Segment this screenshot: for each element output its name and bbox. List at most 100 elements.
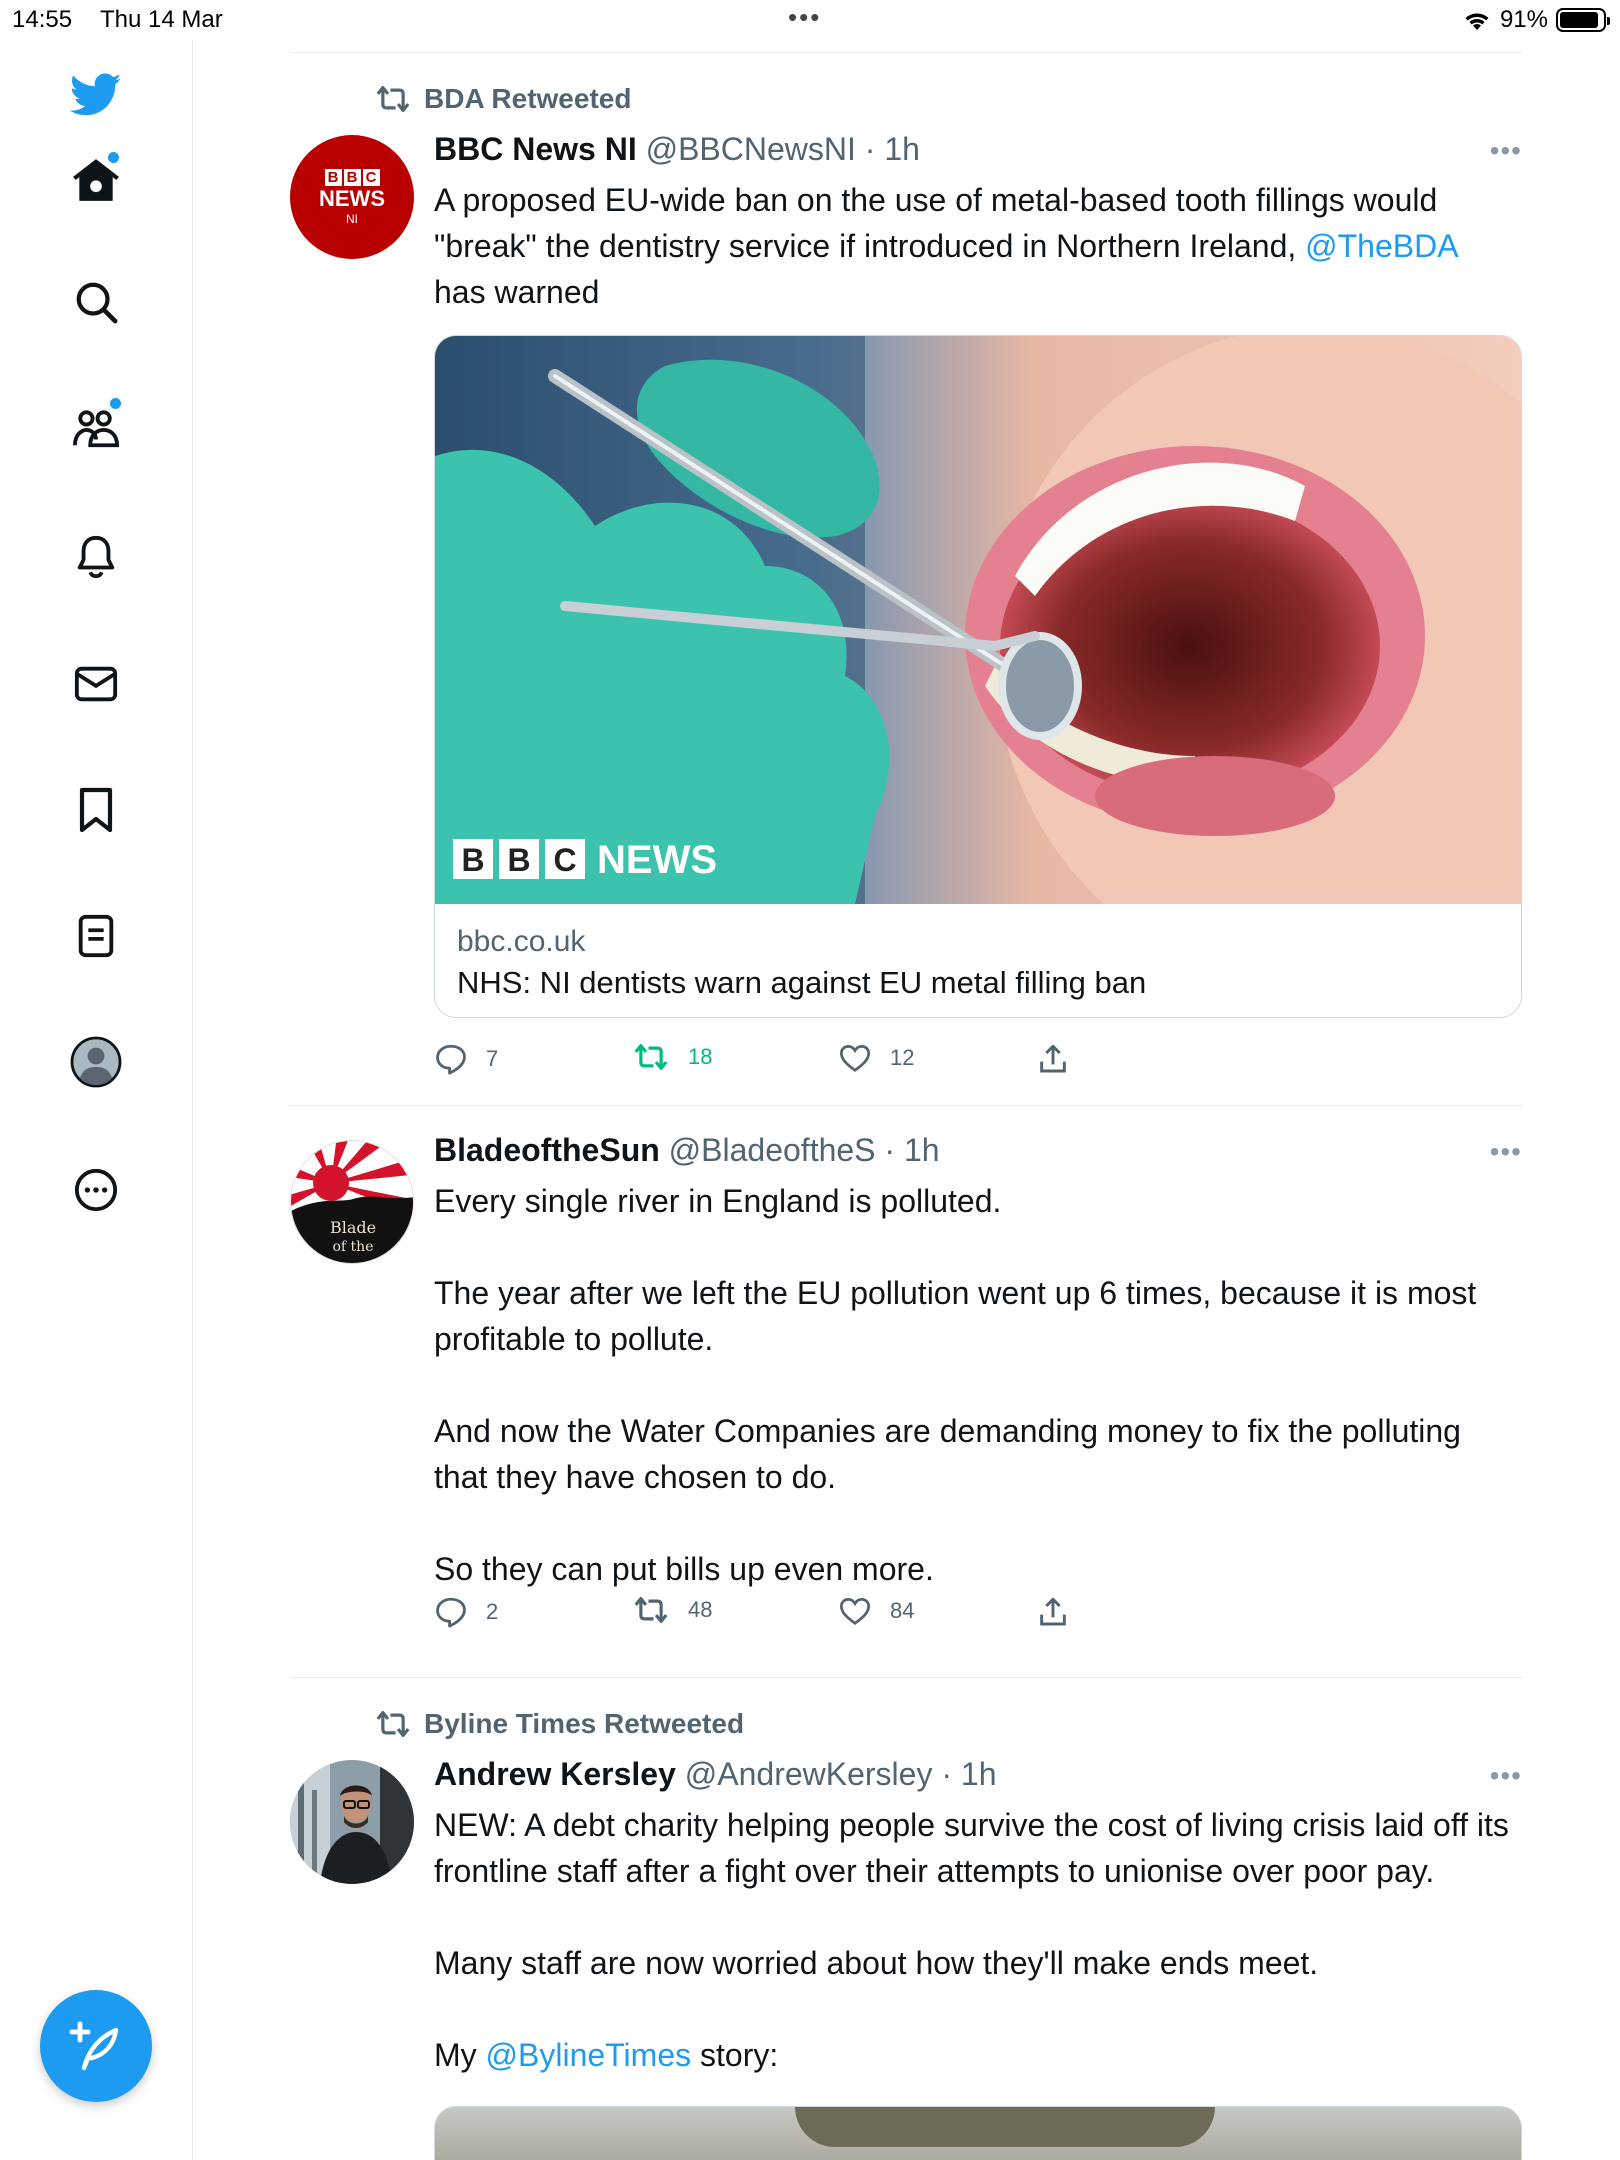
avatar-bladeofthesun[interactable]: Blade of the [290,1140,414,1264]
reply-count: 7 [486,1046,499,1071]
home-icon[interactable] [66,150,126,210]
tweet-header: Andrew Kersley @AndrewKersley · 1h [434,1756,996,1793]
communities-icon[interactable] [66,398,126,458]
retweet-context: Byline Times Retweeted [374,1708,744,1740]
status-time: 14:55 [12,6,73,33]
retweet-icon [634,1044,668,1070]
reply-count: 2 [486,1599,499,1624]
author-name[interactable]: BBC News NI [434,131,637,167]
mention-link[interactable]: @BylineTimes [486,2037,692,2073]
heart-icon [839,1598,871,1625]
retweet-icon [634,1597,668,1623]
avatar-line1: NEWS [319,185,385,211]
card-image-dentist[interactable]: B B C NEWS [435,336,1521,904]
avatar-bbc-news-ni[interactable]: B B C NEWS NI [290,135,414,259]
more-circle-icon[interactable] [66,1160,126,1220]
more-options-icon[interactable]: ••• [1490,1760,1522,1792]
sidebar [0,40,193,2160]
tweet-actions: 7 18 12 [434,1043,1134,1083]
share-button[interactable] [1038,1596,1068,1628]
portrait-photo [290,1760,414,1884]
like-count: 12 [890,1045,915,1070]
retweet-context-icon [376,1711,410,1737]
heart-icon [839,1045,871,1072]
status-date: Thu 14 Mar [100,6,223,33]
tweet-bbc-news-ni[interactable]: BDA Retweeted B B C NEWS NI BBC News NI … [290,53,1522,1105]
svg-text:B: B [507,842,530,878]
retweet-button[interactable]: 18 [632,1043,712,1071]
home-badge-dot [108,152,119,163]
reply-button[interactable]: 2 [434,1596,498,1628]
timeline: BDA Retweeted B B C NEWS NI BBC News NI … [290,52,1522,2160]
retweet-context-label: BDA Retweeted [424,83,632,114]
bookmark-icon[interactable] [66,780,126,840]
like-count: 84 [890,1598,915,1623]
svg-text:C: C [553,842,576,878]
author-name[interactable]: Andrew Kersley [434,1756,676,1792]
like-button[interactable]: 84 [838,1596,914,1626]
profile-avatar-icon[interactable] [66,1032,126,1092]
avatar-andrew-kersley[interactable] [290,1760,414,1884]
tweet-text-suffix: story: [691,2037,779,2073]
retweet-context: BDA Retweeted [374,83,631,115]
retweet-context-label: Byline Times Retweeted [424,1708,745,1739]
multitasking-dots-icon[interactable]: ••• [788,2,821,33]
dentist-photo: B B C NEWS [435,336,1521,904]
avatar-caption-1: Blade [330,1218,376,1237]
lists-icon[interactable] [66,906,126,966]
tweet-text: NEW: A debt charity helping people survi… [434,1802,1514,2078]
card-title: NHS: NI dentists warn against EU metal f… [457,965,1147,1000]
retweet-button[interactable]: 48 [632,1596,712,1624]
retweet-count: 18 [688,1044,713,1069]
tweet-actions: 2 48 84 [434,1596,1134,1636]
tweet-text: Every single river in England is pollute… [434,1183,1477,1587]
wifi-icon [1465,13,1489,30]
compose-tweet-icon [69,2021,119,2071]
compose-tweet-button[interactable] [40,1990,152,2102]
tweet-bladeofthesun[interactable]: Blade of the BladeoftheSun @BladeoftheS … [290,1106,1522,1677]
retweet-context-icon [376,86,410,112]
tweet-andrew-kersley[interactable]: Byline Times Retweeted Andrew Kersley @A… [290,1678,1522,2160]
card-domain: bbc.co.uk [457,925,586,958]
avatar-line2: NI [346,211,358,226]
tweet-text-main: A proposed EU-wide ban on the use of met… [434,182,1438,264]
reply-button[interactable]: 7 [434,1043,498,1075]
battery-percent: 91% [1499,6,1548,33]
tweet-text-main: NEW: A debt charity helping people survi… [434,1807,1509,1981]
link-card[interactable]: B B C NEWS bbc.co.uk NHS: NI dentists wa… [434,335,1522,1018]
twitter-bird-icon[interactable] [66,65,126,125]
card-meta: bbc.co.uk NHS: NI dentists warn against … [435,904,1521,1017]
reply-icon [436,1044,466,1075]
tweet-text-prefix: My [434,2037,486,2073]
status-right: 91% [1462,6,1610,34]
rising-sun-flag-image: Blade of the [291,1141,413,1263]
tweet-header: BladeoftheSun @BladeoftheS · 1h [434,1132,940,1169]
share-icon [1040,1044,1066,1073]
notifications-bell-icon[interactable] [66,526,126,586]
more-options-icon[interactable]: ••• [1490,1136,1522,1168]
share-button[interactable] [1038,1043,1068,1075]
mention-link[interactable]: @TheBDA [1305,228,1457,264]
author-handle-time[interactable]: @BBCNewsNI · 1h [646,131,920,167]
battery-icon [1556,8,1610,32]
author-name[interactable]: BladeoftheSun [434,1132,660,1168]
reply-icon [436,1597,466,1628]
avatar-bbc-blocks: B B C [324,168,380,186]
tweet-text-end: has warned [434,274,600,310]
search-icon[interactable] [66,272,126,332]
retweet-count: 48 [688,1597,713,1622]
share-icon [1040,1597,1066,1626]
more-options-icon[interactable]: ••• [1490,135,1522,167]
svg-text:B: B [461,842,484,878]
battery-fill [1560,12,1599,28]
tweet-header: BBC News NI @BBCNewsNI · 1h [434,131,920,168]
card-image-partial[interactable] [434,2106,1522,2160]
communities-badge-dot [110,398,121,409]
messages-envelope-icon[interactable] [66,654,126,714]
bbc-news-watermark: B B C NEWS [453,838,717,882]
avatar-caption-2: of the [333,1239,374,1255]
author-handle-time[interactable]: @BladeoftheS · 1h [669,1132,940,1168]
author-handle-time[interactable]: @AndrewKersley · 1h [685,1756,997,1792]
like-button[interactable]: 12 [838,1043,914,1073]
status-bar: 14:55 Thu 14 Mar ••• 91% [0,0,1620,40]
